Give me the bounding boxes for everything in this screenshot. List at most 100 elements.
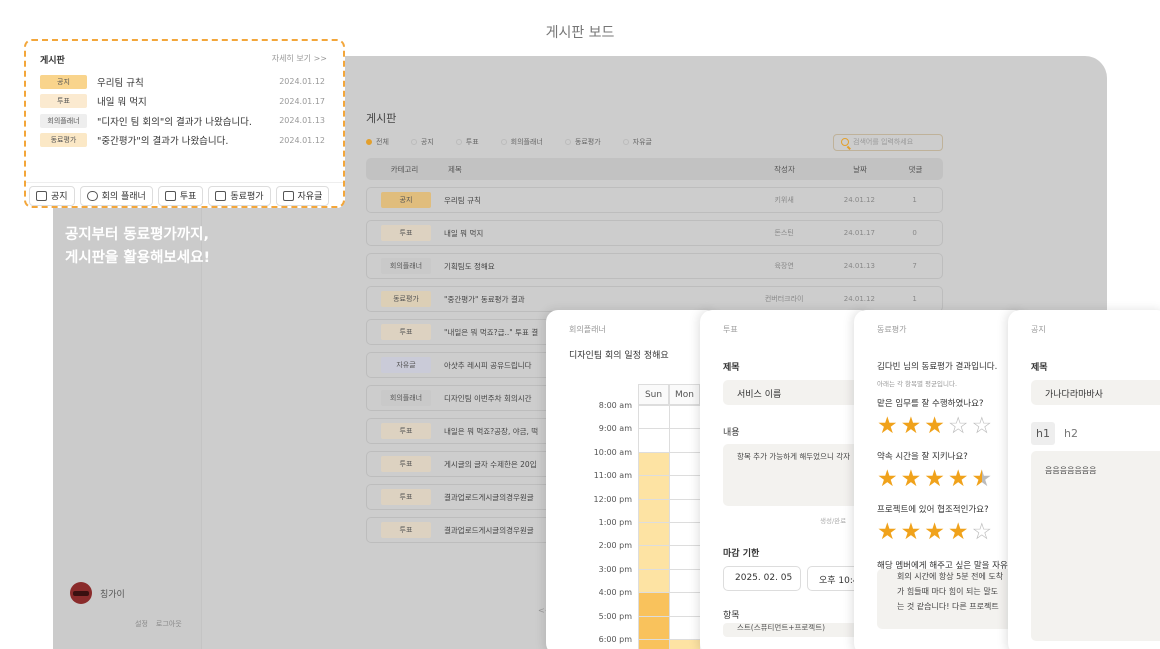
slot-cell-sun[interactable] [638, 451, 669, 476]
items-label: 항목 [723, 611, 740, 621]
search-input[interactable]: 검색어를 입력하세요 [833, 133, 943, 151]
slot-cell-mon[interactable] [669, 639, 700, 649]
category-cell: 회의플래너 [367, 258, 444, 274]
slot-cell-mon[interactable] [669, 451, 700, 476]
widget-row[interactable]: 공지 우리팀 규칙 2024.01.12 [26, 72, 343, 92]
category-cell: 공지 [367, 192, 444, 208]
row-date: 24.01.17 [843, 229, 875, 237]
slot-cell-sun[interactable] [638, 592, 669, 616]
row-author: 컨버터크라이 [764, 295, 804, 303]
notice-card: 공지 제목 가나다라마바사 h1 h2 음음음음음음음 [1008, 310, 1160, 649]
widget-tabs: 공지 회의 플래너 투표 동료평가 자유글 [26, 182, 343, 208]
question-text: 맡은 임무를 잘 수행하였나요? [877, 399, 984, 409]
slot-cell-sun[interactable] [638, 545, 669, 569]
view-more-link[interactable]: 자세히 보기 >> [272, 53, 327, 66]
table-row[interactable]: 회의플래너 기획팀도 정해요 육장연 24.01.13 7 [366, 253, 943, 279]
row-title: "중간평가" 동료평가 결과 [444, 294, 525, 304]
time-label: 2:00 pm [598, 541, 632, 551]
widget-row[interactable]: 동료평가 "중간평가"의 결과가 나왔습니다. 2024.01.12 [26, 131, 343, 151]
column-header: 날짜 [853, 164, 867, 174]
row-author: 육장연 [774, 262, 794, 270]
table-row[interactable]: 동료평가 "중간평가" 동료평가 결과 컨버터크라이 24.01.12 1 [366, 286, 943, 312]
star-icon: ★ [924, 466, 945, 492]
planner-card: 회의플래너 디자인팀 회의 일정 정해요 Sun Mon 8:00 am 9:00… [546, 310, 718, 649]
filter-planner[interactable]: 회의플래너 [500, 137, 543, 147]
slot-cell-mon[interactable] [669, 545, 700, 569]
slot-cell-sun[interactable] [638, 639, 669, 649]
time-label: 12:00 pm [593, 494, 632, 504]
slot-cell-sun[interactable] [638, 498, 669, 522]
row-comments: 1 [912, 295, 917, 303]
filter-notice[interactable]: 공지 [410, 137, 434, 147]
tab-meeting-planner[interactable]: 회의 플래너 [79, 185, 153, 206]
slot-cell-sun[interactable] [638, 522, 669, 546]
slot-cell-sun[interactable] [638, 405, 669, 429]
row-title: 내일 뭐 먹지 [97, 97, 147, 109]
category-badge: 회의플래너 [40, 113, 87, 128]
slot-cell-mon[interactable] [669, 405, 700, 429]
slot-cell-sun[interactable] [638, 615, 669, 639]
people-icon [86, 190, 98, 201]
radio-icon [455, 139, 462, 145]
avatar [70, 582, 92, 604]
tab-peer-review[interactable]: 동료평가 [208, 185, 271, 206]
vote-item-input[interactable]: 스트(스퓨티먼트+프로젝트) [723, 623, 872, 637]
table-row[interactable]: 투표 내일 뭐 먹지 돈스틴 24.01.17 0 [366, 220, 943, 246]
slot-cell-mon[interactable] [669, 615, 700, 639]
content-label: 내용 [723, 428, 740, 438]
column-header: 작성자 [774, 164, 795, 174]
slot-cell-mon[interactable] [669, 428, 700, 452]
slot-cell-mon[interactable] [669, 592, 700, 616]
search-placeholder: 검색어를 입력하세요 [853, 138, 914, 146]
row-comments: 0 [912, 229, 917, 237]
star-icon: ☆ [947, 413, 969, 439]
widget-row[interactable]: 회의플래너 "디자인 팀 회의"의 결과가 나왔습니다. 2024.01.13 [26, 111, 343, 131]
tab-free-post[interactable]: 자유글 [275, 185, 330, 206]
slot-cell-mon[interactable] [669, 475, 700, 499]
heading1-button[interactable]: h1 [1031, 422, 1055, 445]
content-textarea[interactable]: 항목 추가 가능하게 해두었으니 각자 [723, 444, 872, 506]
filter-free[interactable]: 자유글 [622, 137, 652, 147]
question-text: 프로젝트에 있어 협조적인가요? [877, 505, 989, 515]
slot-cell-mon[interactable] [669, 568, 700, 593]
star-icon: ★ [877, 519, 898, 545]
star-icon: ★ [877, 466, 898, 492]
deadline-date-input[interactable]: 2025. 02. 05 [723, 566, 801, 591]
table-row[interactable]: 공지 우리팀 규칙 키위새 24.01.12 1 [366, 187, 943, 213]
tab-vote[interactable]: 투표 [157, 185, 204, 206]
category-cell: 투표 [367, 456, 444, 472]
title-input[interactable]: 가나다라마바사 [1031, 380, 1160, 405]
row-title: 기획팀도 정해요 [444, 261, 495, 271]
row-comments: 7 [912, 262, 917, 270]
slot-cell-mon[interactable] [669, 522, 700, 546]
heading2-button[interactable]: h2 [1059, 422, 1083, 445]
board-preview-widget: 게시판 자세히 보기 >> 공지 우리팀 규칙 2024.01.12 투표 내일 뭐 먹… [24, 39, 345, 208]
slot-cell-sun[interactable] [638, 568, 669, 593]
day-header: Mon [669, 384, 700, 405]
title-input[interactable]: 서비스 이름 [723, 380, 872, 405]
filter-vote[interactable]: 투표 [455, 137, 479, 147]
category-badge: 자유글 [381, 357, 431, 373]
user-profile[interactable]: 칭가이 [70, 582, 125, 604]
time-label: 3:00 pm [598, 564, 632, 574]
logout-link[interactable]: 로그아웃 [156, 619, 182, 629]
filter-peer-review[interactable]: 동료평가 [564, 137, 601, 147]
slot-cell-sun[interactable] [638, 428, 669, 452]
category-badge: 동료평가 [381, 291, 431, 307]
category-badge: 공지 [40, 74, 87, 89]
widget-row[interactable]: 투표 내일 뭐 먹지 2024.01.17 [26, 92, 343, 112]
tab-notice[interactable]: 공지 [29, 185, 75, 206]
category-badge: 회의플래너 [381, 258, 431, 274]
slot-cell-sun[interactable] [638, 475, 669, 499]
editor-toolbar: h1 h2 [1031, 422, 1160, 445]
peer-review-card: 동료평가 김다빈 님의 동료평가 결과입니다. 아래는 각 항목별 평균입니다.… [854, 310, 1026, 649]
row-comments: 1 [912, 196, 917, 204]
radio-icon [622, 139, 629, 145]
category-cell: 회의플래너 [367, 390, 444, 406]
filter-all[interactable]: 전체 [366, 137, 389, 147]
settings-link[interactable]: 설정 [135, 619, 148, 629]
notice-editor[interactable]: 음음음음음음음 [1031, 451, 1160, 641]
slot-cell-mon[interactable] [669, 498, 700, 522]
widget-header: 게시판 자세히 보기 >> [26, 41, 343, 72]
row-author: 돈스틴 [774, 229, 794, 237]
